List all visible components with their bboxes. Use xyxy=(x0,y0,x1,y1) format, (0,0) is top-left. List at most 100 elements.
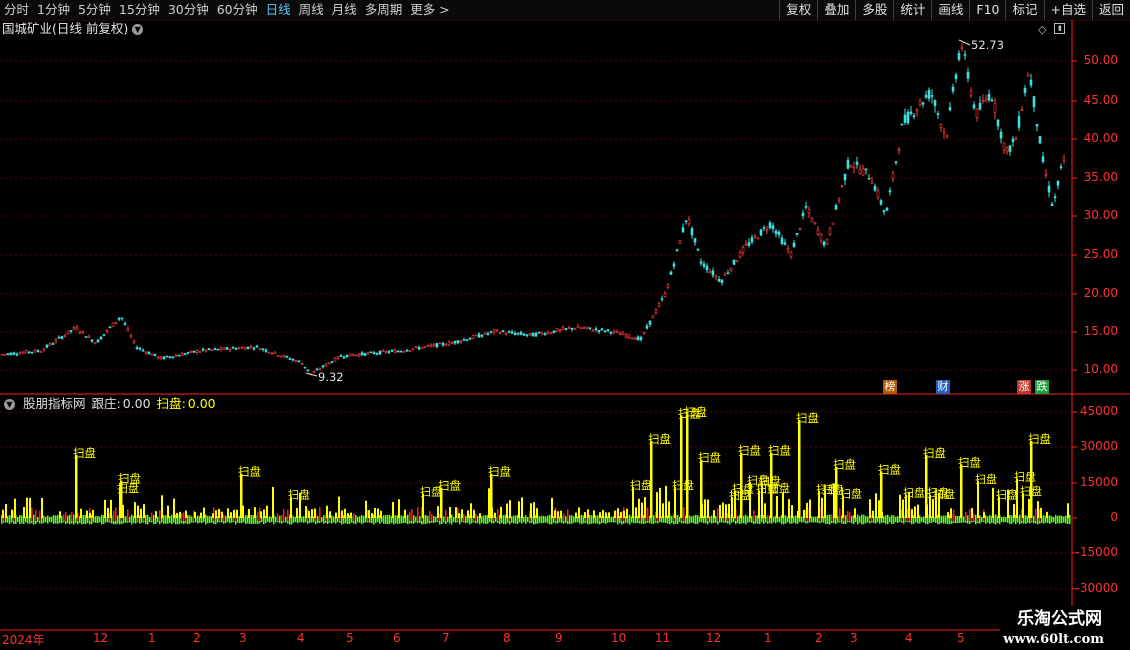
candle-body xyxy=(528,333,532,335)
candle-body xyxy=(975,108,979,118)
green-bar xyxy=(653,515,655,524)
candle-body xyxy=(1008,145,1012,152)
candle-body xyxy=(582,327,586,330)
green-bar xyxy=(99,516,101,523)
candle-body xyxy=(1041,156,1045,162)
green-bar xyxy=(187,514,189,525)
yellow-bar xyxy=(902,499,904,518)
event-badge[interactable]: 涨 xyxy=(1017,380,1031,394)
green-bar xyxy=(331,515,333,524)
yellow-bar xyxy=(722,502,724,518)
candle-body xyxy=(453,340,457,344)
candle-body xyxy=(60,336,64,339)
yellow-bar xyxy=(635,507,637,518)
green-bar xyxy=(795,515,797,524)
yellow-bar xyxy=(338,496,340,518)
kline-chart[interactable]: 扫盘扫盘 扫盘扫盘 扫盘扫盘扫盘扫盘扫盘扫盘扫盘 扫盘扫盘扫盘 扫盘 扫盘扫盘扫盘扫盘扫盘… xyxy=(0,0,1130,650)
red-bar xyxy=(151,512,153,521)
green-bar xyxy=(9,515,11,524)
candle-body xyxy=(684,220,688,223)
candle-body xyxy=(1035,124,1039,127)
green-bar xyxy=(485,515,487,524)
yellow-bar xyxy=(809,499,811,518)
candle-body xyxy=(765,229,769,231)
chevron-down-icon[interactable]: ▼ xyxy=(4,398,15,410)
yellow-bar xyxy=(308,511,310,518)
event-badge[interactable]: 榜 xyxy=(883,380,897,394)
candle-body xyxy=(270,352,274,355)
candle-body xyxy=(885,207,889,211)
candle-body xyxy=(69,330,73,332)
green-bar xyxy=(73,514,75,525)
candle-body xyxy=(918,100,922,106)
yellow-bar xyxy=(950,508,952,518)
candle-body xyxy=(402,351,406,353)
green-bar xyxy=(205,514,207,525)
green-bar xyxy=(1003,516,1005,523)
green-bar xyxy=(389,515,391,524)
candle-body xyxy=(219,347,223,350)
candle-body xyxy=(153,353,157,356)
candle-body xyxy=(561,327,565,331)
yellow-bar xyxy=(248,508,250,518)
candle-body xyxy=(1032,96,1036,108)
candle-body xyxy=(600,328,604,331)
candle-body xyxy=(837,198,841,201)
candle-body xyxy=(234,348,238,350)
event-badge[interactable]: 跌 xyxy=(1035,380,1049,394)
candle-body xyxy=(27,351,31,353)
yellow-bar xyxy=(798,420,801,518)
candle-body xyxy=(51,343,55,345)
candle-body xyxy=(642,331,646,334)
candle-body xyxy=(336,356,340,359)
bar-label: 扫盘 xyxy=(1020,484,1042,498)
green-bar xyxy=(153,515,155,524)
candle-body xyxy=(39,351,43,353)
indicator-name[interactable]: 股朋指标网 xyxy=(23,396,86,412)
yellow-bar xyxy=(659,487,661,518)
yellow-bar xyxy=(878,500,880,518)
candle-body xyxy=(840,185,844,188)
bar-label: 扫盘 xyxy=(1028,432,1051,446)
candle-body xyxy=(960,47,964,50)
candle-body xyxy=(339,355,343,357)
indicator-tick-label: -30000 xyxy=(1075,581,1118,595)
candle-body xyxy=(912,115,916,117)
candle-body xyxy=(861,168,865,176)
green-bar xyxy=(889,516,891,523)
green-bar xyxy=(695,514,697,525)
green-bar xyxy=(845,515,847,524)
candle-body xyxy=(15,353,19,356)
yellow-bar xyxy=(911,509,913,518)
green-bar xyxy=(275,516,277,523)
candle-body xyxy=(762,227,766,229)
green-bar xyxy=(629,514,631,525)
candle-body xyxy=(543,333,547,335)
candle-body xyxy=(936,113,940,115)
price-tick-label: 45.00 xyxy=(1083,93,1118,107)
green-bar xyxy=(581,514,583,525)
green-bar xyxy=(1057,515,1059,524)
yellow-bar xyxy=(599,512,601,518)
event-badge[interactable]: 财 xyxy=(936,380,950,394)
yellow-bar xyxy=(260,511,262,518)
price-tick-label: 20.00 xyxy=(1083,286,1118,300)
yellow-bar xyxy=(521,497,523,518)
candle-body xyxy=(789,251,793,258)
candle-body xyxy=(396,350,400,353)
green-bar xyxy=(963,516,965,523)
yellow-bar xyxy=(620,512,622,518)
green-bar xyxy=(225,515,227,524)
candle-body xyxy=(156,356,160,359)
candle-body xyxy=(183,353,187,355)
candle-body xyxy=(930,95,934,97)
green-bar xyxy=(321,516,323,523)
yellow-bar xyxy=(215,510,217,518)
date-tick-label: 3 xyxy=(239,631,247,645)
green-bar xyxy=(891,514,893,525)
candle-body xyxy=(540,332,544,335)
candle-body xyxy=(3,353,7,356)
green-bar xyxy=(17,516,19,523)
candle-body xyxy=(285,355,289,358)
date-tick-label: 12 xyxy=(706,631,722,645)
